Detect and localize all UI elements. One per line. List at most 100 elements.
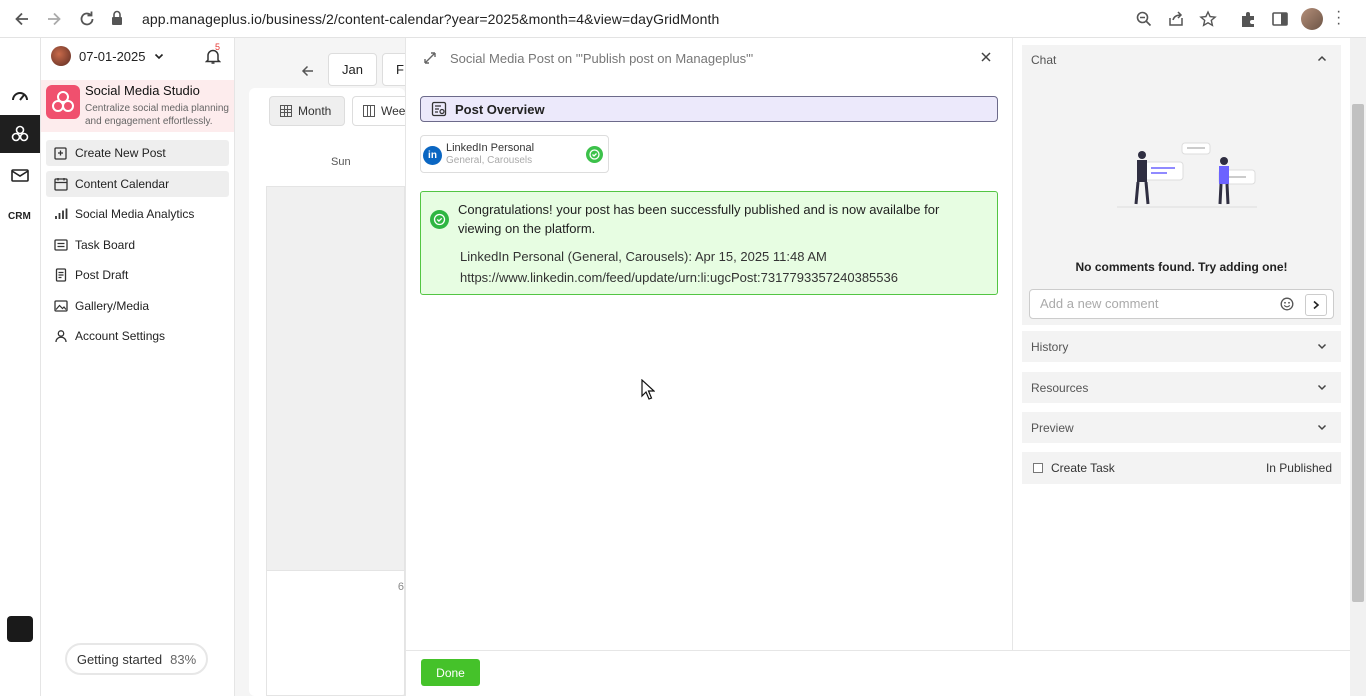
- menu-dots-icon[interactable]: · · ·: [1336, 4, 1341, 32]
- account-chip[interactable]: in LinkedIn Personal General, Carousels: [420, 135, 609, 173]
- social-studio-icon[interactable]: [10, 124, 30, 144]
- preview-section[interactable]: Preview: [1022, 412, 1341, 443]
- empty-comments-illustration: [1117, 137, 1257, 212]
- notification-bell-icon[interactable]: 5: [205, 42, 221, 65]
- reload-icon[interactable]: [77, 9, 97, 29]
- browser-toolbar: app.manageplus.io/business/2/content-cal…: [0, 0, 1366, 38]
- comment-input-box: [1029, 289, 1334, 319]
- business-avatar: [51, 46, 71, 66]
- emoji-icon[interactable]: [1280, 297, 1294, 311]
- post-modal: Social Media Post on '"Publish post on M…: [405, 38, 1351, 696]
- sidebar: 07-01-2025 5 Social Media Studio Central…: [41, 38, 235, 696]
- studio-description: Centralize social media planning and eng…: [85, 103, 229, 127]
- sidebar-item-post-draft[interactable]: Post Draft: [46, 262, 229, 288]
- create-task-label: Create Task: [1051, 461, 1115, 475]
- email-marketing-icon[interactable]: [10, 165, 30, 185]
- post-overview-header: Post Overview: [420, 96, 998, 122]
- sidebar-item-label: Gallery/Media: [75, 298, 150, 313]
- sidebar-item-label: Create New Post: [75, 146, 166, 160]
- sidebar-item-gallery-media[interactable]: Gallery/Media: [46, 293, 229, 319]
- month-button-jan[interactable]: Jan: [328, 53, 377, 86]
- resources-section[interactable]: Resources: [1022, 372, 1341, 403]
- calendar-cell[interactable]: [266, 186, 405, 571]
- calendar-panel: Month Wee Sun 6: [249, 88, 412, 696]
- chevron-down-icon: [1317, 382, 1327, 392]
- modal-footer-divider: [406, 650, 1351, 651]
- studio-name: Social Media Studio: [85, 83, 200, 98]
- comment-input[interactable]: [1040, 296, 1260, 311]
- view-month-label: Month: [298, 104, 332, 118]
- expand-icon[interactable]: [423, 51, 437, 65]
- pane-divider: [1012, 38, 1013, 650]
- studio-header: Social Media Studio Centralize social me…: [41, 80, 234, 132]
- share-icon[interactable]: [1167, 10, 1185, 28]
- studio-logo-icon: [46, 85, 80, 119]
- side-panel-icon[interactable]: [1271, 10, 1289, 28]
- close-icon[interactable]: [980, 51, 992, 63]
- success-check-icon: [430, 210, 449, 229]
- create-task-row: Create Task In Published: [1022, 452, 1341, 484]
- done-button[interactable]: Done: [421, 659, 480, 686]
- sidebar-item-task-board[interactable]: Task Board: [46, 232, 229, 258]
- chat-header[interactable]: Chat: [1022, 45, 1341, 75]
- day-header-sun: Sun: [331, 156, 351, 168]
- sidebar-item-account-settings[interactable]: Account Settings: [46, 323, 229, 349]
- zoom-icon[interactable]: [1135, 10, 1153, 28]
- send-comment-button[interactable]: [1305, 294, 1327, 316]
- status-badge: In Published: [1265, 461, 1332, 475]
- sidebar-menu: Create New Post Content Calendar Social …: [46, 140, 229, 354]
- crm-icon[interactable]: CRM: [8, 204, 34, 224]
- date-selector[interactable]: 07-01-2025: [51, 46, 164, 66]
- lock-icon: [110, 9, 124, 27]
- chevron-up-icon: [1317, 54, 1327, 64]
- calendar-icon: [54, 177, 68, 191]
- dashboard-icon[interactable]: [10, 86, 30, 106]
- calendar-cell[interactable]: 6: [266, 571, 405, 696]
- success-message: Congratulations! your post has been succ…: [458, 202, 940, 236]
- view-week-label: Wee: [381, 104, 406, 118]
- task-board-icon: [54, 238, 68, 252]
- date-label: 07-01-2025: [79, 48, 146, 64]
- extensions-icon[interactable]: [1239, 10, 1257, 28]
- grid-icon: [280, 105, 292, 117]
- back-arrow-icon[interactable]: [12, 9, 32, 29]
- no-comments-text: No comments found. Try adding one!: [1075, 260, 1288, 274]
- sidebar-item-label: Task Board: [75, 237, 136, 252]
- sidebar-item-label: Social Media Analytics: [75, 207, 195, 221]
- chat-label: Chat: [1031, 53, 1057, 67]
- sidebar-item-content-calendar[interactable]: Content Calendar: [46, 170, 229, 197]
- mouse-cursor-icon: [641, 379, 655, 400]
- sidebar-item-create-new-post[interactable]: Create New Post: [46, 140, 229, 166]
- gallery-icon: [54, 299, 68, 313]
- getting-started-label: Getting started: [76, 651, 163, 667]
- view-week-button[interactable]: Wee: [352, 96, 412, 126]
- forward-arrow-icon[interactable]: [44, 9, 64, 29]
- create-task-checkbox[interactable]: [1033, 463, 1043, 473]
- history-section[interactable]: History: [1022, 331, 1341, 362]
- view-month-button[interactable]: Month: [269, 96, 345, 126]
- user-badge-icon[interactable]: [7, 616, 33, 642]
- preview-label: Preview: [1031, 421, 1074, 435]
- publish-detail-line: LinkedIn Personal (General, Carousels): …: [460, 249, 827, 264]
- sidebar-item-label: Account Settings: [75, 329, 166, 343]
- user-icon: [54, 329, 68, 343]
- getting-started-button[interactable]: Getting started 83%: [65, 643, 208, 675]
- analytics-icon: [54, 207, 68, 221]
- sidebar-item-social-media-analytics[interactable]: Social Media Analytics: [46, 201, 229, 227]
- scrollbar-thumb[interactable]: [1352, 104, 1364, 602]
- post-url-link[interactable]: https://www.linkedin.com/feed/update/urn…: [460, 267, 898, 288]
- previous-arrow-icon[interactable]: [301, 64, 315, 78]
- sidebar-item-label: Post Draft: [75, 268, 129, 282]
- chevron-down-icon: [1317, 341, 1327, 351]
- publish-details: LinkedIn Personal (General, Carousels): …: [460, 246, 898, 288]
- star-icon[interactable]: [1199, 10, 1217, 28]
- history-label: History: [1031, 340, 1069, 354]
- svg-text:CRM: CRM: [8, 211, 31, 222]
- url-text: app.manageplus.io/business/2/content-cal…: [142, 11, 720, 27]
- profile-avatar[interactable]: [1301, 8, 1323, 30]
- sidebar-item-label: Content Calendar: [75, 176, 170, 191]
- published-check-icon: [586, 146, 603, 163]
- day-number: 6: [397, 581, 404, 593]
- page-scrollbar[interactable]: [1350, 38, 1366, 696]
- chevron-down-icon: [154, 51, 164, 61]
